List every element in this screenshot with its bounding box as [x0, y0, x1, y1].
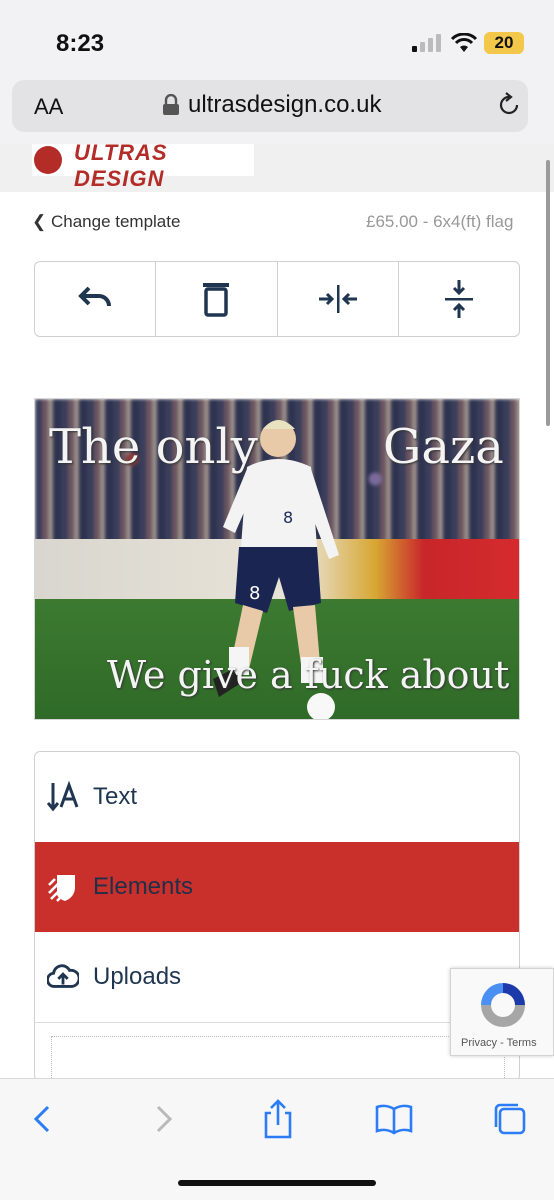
change-template-link[interactable]: ❮ Change template — [32, 212, 180, 232]
cellular-signal-icon — [412, 34, 441, 52]
canvas-text-left[interactable]: The only — [49, 419, 258, 475]
back-icon[interactable] — [24, 1099, 64, 1139]
undo-icon — [78, 286, 112, 307]
cloud-upload-icon — [47, 964, 79, 988]
clock: 8:23 — [56, 30, 105, 57]
menu-item-elements[interactable]: Elements — [35, 842, 519, 932]
address-bar[interactable]: AA ultrasdesign.co.uk — [12, 80, 528, 132]
upload-dropzone[interactable] — [51, 1036, 505, 1078]
chevron-left-icon: ❮ — [32, 212, 51, 231]
forward-icon[interactable] — [142, 1099, 182, 1139]
battery-indicator: 20 — [484, 32, 524, 54]
center-vertical-icon — [444, 280, 473, 318]
wifi-icon — [450, 33, 478, 52]
reload-icon[interactable] — [496, 92, 522, 118]
text-size-button[interactable]: AA — [34, 94, 63, 120]
design-menu: Text Elements Uploads — [34, 751, 520, 1078]
recaptcha-links: Privacy - Terms — [461, 1037, 537, 1049]
delete-icon — [203, 283, 230, 317]
canvas-text-right[interactable]: Gaza — [383, 419, 504, 475]
divider — [35, 1022, 519, 1023]
undo-button[interactable] — [35, 262, 157, 336]
home-indicator[interactable] — [178, 1180, 376, 1186]
page-scrollbar[interactable] — [546, 160, 550, 426]
design-canvas[interactable]: 8 8 The only Gaza We give a fuck about — [34, 398, 520, 720]
menu-item-text[interactable]: Text — [35, 752, 519, 842]
site-header: ULTRAS DESIGN — [0, 144, 554, 192]
center-vertical-button[interactable] — [399, 262, 519, 336]
separator: - — [497, 1037, 507, 1049]
price-label: £65.00 - 6x4(ft) flag — [366, 212, 514, 231]
menu-item-uploads[interactable]: Uploads — [35, 932, 519, 1022]
shirt-number: 8 — [283, 508, 293, 527]
change-template-label: Change template — [50, 212, 181, 231]
editor-toolbar — [34, 261, 520, 337]
lock-icon — [163, 94, 179, 115]
menu-item-label: Elements — [93, 873, 194, 900]
logo-text: ULTRAS DESIGN — [74, 144, 168, 191]
share-icon[interactable] — [258, 1099, 298, 1139]
tabs-icon[interactable] — [490, 1099, 530, 1139]
terms-link[interactable]: Terms — [507, 1037, 537, 1049]
delete-button[interactable] — [156, 262, 278, 336]
privacy-link[interactable]: Privacy — [461, 1037, 497, 1049]
web-page: ULTRAS DESIGN ❮ Change template £65.00 -… — [0, 144, 554, 1078]
bookmarks-icon[interactable] — [374, 1099, 414, 1139]
menu-item-label: Text — [93, 783, 138, 810]
center-horizontal-icon — [318, 285, 357, 313]
recaptcha-icon — [481, 983, 525, 1027]
url-text[interactable]: ultrasdesign.co.uk — [188, 91, 381, 119]
menu-item-label: Uploads — [93, 963, 182, 990]
canvas-text-bottom[interactable]: We give a fuck about — [107, 653, 509, 697]
center-horizontal-button[interactable] — [278, 262, 399, 336]
shorts-number: 8 — [249, 583, 260, 604]
logo-emblem-icon — [34, 146, 62, 174]
text-sort-icon — [47, 781, 79, 812]
status-bar: 8:23 20 — [0, 0, 554, 76]
recaptcha-badge[interactable]: Privacy - Terms — [450, 968, 554, 1056]
site-logo[interactable]: ULTRAS DESIGN — [32, 144, 254, 191]
shield-icon — [48, 875, 75, 902]
